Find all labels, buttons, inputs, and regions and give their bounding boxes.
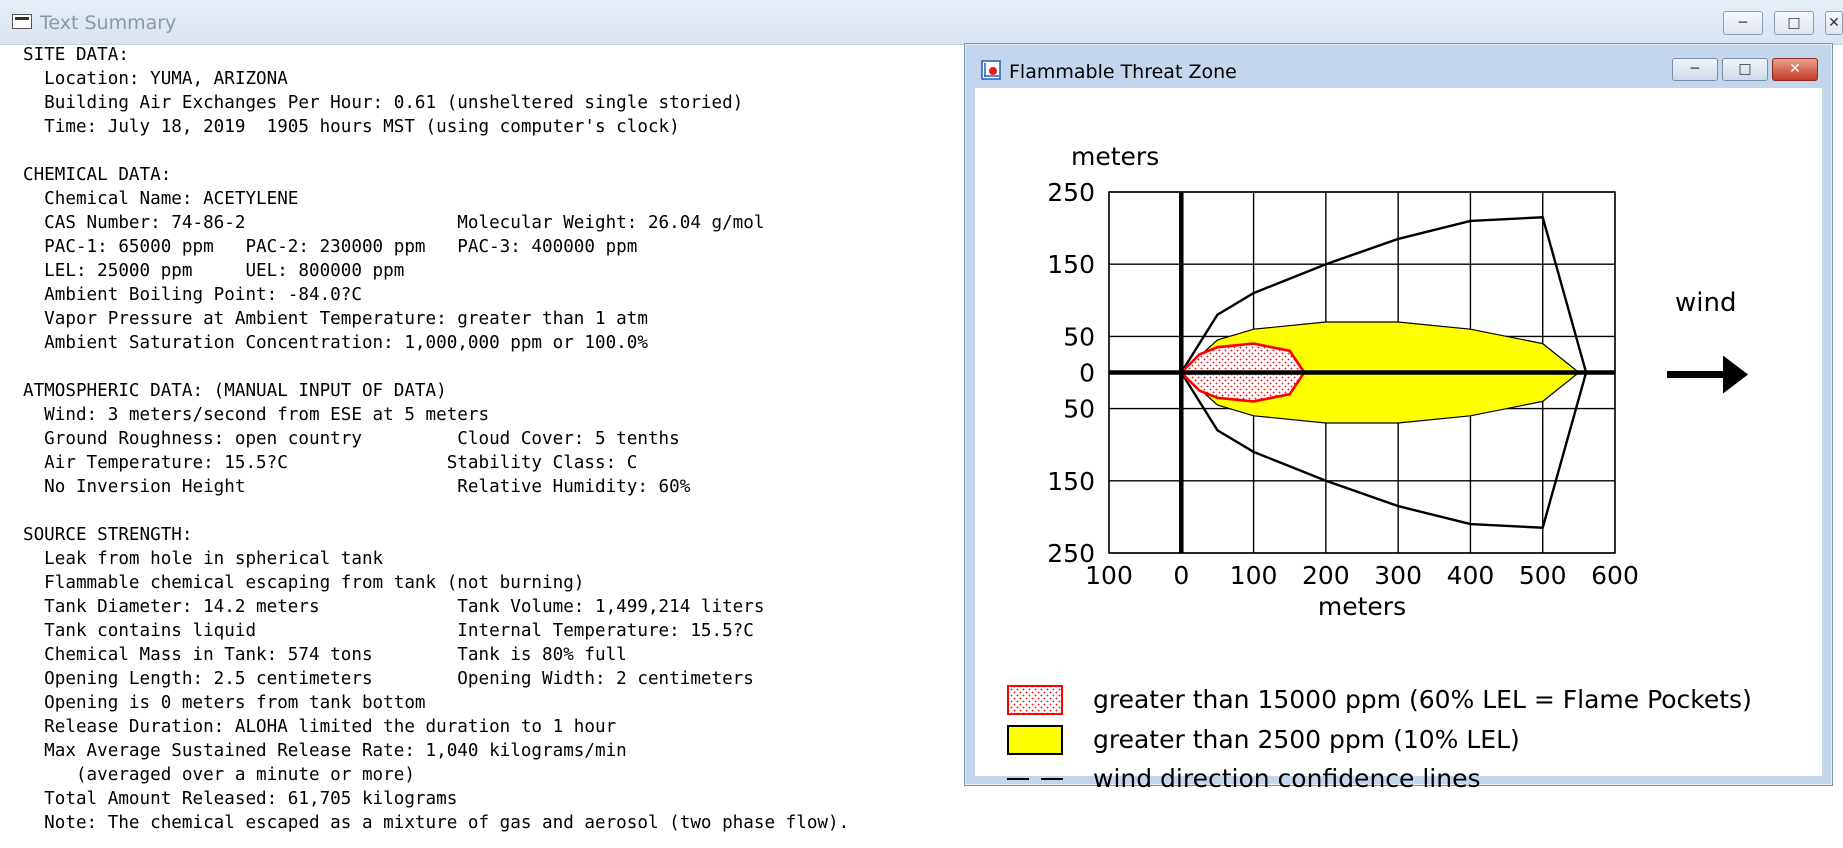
x-tick-label: 0 xyxy=(1173,561,1189,590)
summary-line: SITE DATA: xyxy=(23,45,129,65)
y-tick-label: 0 xyxy=(1079,359,1095,388)
summary-line xyxy=(23,355,973,379)
summary-line: ATMOSPHERIC DATA: (MANUAL INPUT OF DATA) xyxy=(23,381,447,401)
summary-line: Tank Diameter: 14.2 meters Tank Volume: … xyxy=(23,597,765,617)
x-tick-label: 500 xyxy=(1519,561,1567,590)
y-axis-label: meters xyxy=(1071,142,1159,171)
wind-arrow-head xyxy=(1723,355,1748,394)
y-tick-label: 50 xyxy=(1063,322,1095,351)
x-tick-label: 400 xyxy=(1447,561,1495,590)
threat-zone-chart: 25015050050150250100 0 100 200 300 400 500 600 … xyxy=(1047,142,1748,621)
summary-line: Ambient Saturation Concentration: 1,000,… xyxy=(23,333,648,353)
x-tick-label: 600 xyxy=(1591,561,1639,590)
summary-line: Total Amount Released: 61,705 kilograms xyxy=(23,789,458,809)
summary-line: Flammable chemical escaping from tank (n… xyxy=(23,573,585,593)
summary-line: CAS Number: 74-86-2 Molecular Weight: 26… xyxy=(23,213,765,233)
wind-label: wind xyxy=(1675,288,1736,318)
legend-label: wind direction confidence lines xyxy=(1093,764,1481,793)
x-tick-label: 200 xyxy=(1302,561,1350,590)
summary-line: Tank contains liquid Internal Temperatur… xyxy=(23,621,754,641)
app-icon xyxy=(12,14,32,29)
threat-zone-window[interactable]: Flammable Threat Zone ─ □ ✕ 250 150 50 0 50 1… xyxy=(964,43,1833,793)
summary-line: Ambient Boiling Point: -84.0?C xyxy=(23,285,362,305)
summary-line: Wind: 3 meters/second from ESE at 5 mete… xyxy=(23,405,490,425)
summary-line xyxy=(23,499,973,523)
summary-line: (averaged over a minute or more) xyxy=(23,765,415,785)
chart-axes xyxy=(1108,191,1616,554)
summary-line: Opening Length: 2.5 centimeters Opening … xyxy=(23,669,754,689)
tz-maximize-button[interactable]: □ xyxy=(1722,58,1768,81)
threat-zone-plot-area: 250 150 50 0 50 150 250 100 0 100 200 300 400 500 600 … xyxy=(975,88,1822,793)
threat-zone-app-icon xyxy=(981,60,1001,80)
summary-line: Ground Roughness: open country Cloud Cov… xyxy=(23,429,680,449)
threat-zone-title: Flammable Threat Zone xyxy=(1009,61,1237,83)
summary-line: Time: July 18, 2019 1905 hours MST (usin… xyxy=(23,117,680,137)
tz-close-button[interactable]: ✕ xyxy=(1772,58,1818,81)
close-button[interactable]: ✕ xyxy=(1825,11,1843,35)
wind-arrow-icon xyxy=(1667,355,1748,394)
x-axis-label: meters xyxy=(1318,592,1406,621)
legend-label: greater than 2500 ppm (10% LEL) xyxy=(1093,725,1520,754)
y-tick-label: 150 xyxy=(1047,467,1095,496)
tz-minimize-button[interactable]: ─ xyxy=(1672,58,1718,81)
y-tick-label: 50 xyxy=(1063,395,1095,424)
summary-line: Air Temperature: 15.5?C Stability Class:… xyxy=(23,453,638,473)
threat-zone-titlebar[interactable]: Flammable Threat Zone ─ □ ✕ xyxy=(965,44,1832,86)
summary-line: CHEMICAL DATA: xyxy=(23,165,172,185)
x-tick-label: 100 xyxy=(1230,561,1278,590)
summary-line: SOURCE STRENGTH: xyxy=(23,525,193,545)
legend-label: greater than 15000 ppm (60% LEL = Flame … xyxy=(1093,685,1752,714)
summary-line: Max Average Sustained Release Rate: 1,04… xyxy=(23,741,627,761)
main-titlebar: Text Summary ─ □ ✕ xyxy=(0,0,1843,45)
summary-line: Leak from hole in spherical tank xyxy=(23,549,384,569)
summary-line: Chemical Mass in Tank: 574 tons Tank is … xyxy=(23,645,627,665)
summary-line: LEL: 25000 ppm UEL: 800000 ppm xyxy=(23,261,405,281)
minimize-button[interactable]: ─ xyxy=(1723,11,1763,35)
summary-line: Building Air Exchanges Per Hour: 0.61 (u… xyxy=(23,93,744,113)
summary-line: Opening is 0 meters from tank bottom xyxy=(23,693,426,713)
summary-line: PAC-1: 65000 ppm PAC-2: 230000 ppm PAC-3… xyxy=(23,237,638,257)
summary-line: Note: The chemical escaped as a mixture … xyxy=(23,813,850,833)
dashed-line-swatch-icon xyxy=(1007,778,1063,780)
text-summary: SITE DATA: Location: YUMA, ARIZONA Build… xyxy=(23,43,973,835)
summary-line: No Inversion Height Relative Humidity: 6… xyxy=(23,477,691,497)
summary-line: Location: YUMA, ARIZONA xyxy=(23,69,288,89)
y-tick-label: 150 xyxy=(1047,250,1095,279)
x-tick-label: 300 xyxy=(1374,561,1422,590)
summary-line: Chemical Name: ACETYLENE xyxy=(23,189,299,209)
dotted-red-swatch-icon xyxy=(1007,685,1063,715)
y-tick-label: 250 xyxy=(1047,178,1095,207)
window-title: Text Summary xyxy=(40,12,177,34)
maximize-button[interactable]: □ xyxy=(1774,11,1814,35)
yellow-swatch-icon xyxy=(1007,725,1063,755)
summary-line xyxy=(23,139,973,163)
x-tick-label: 100 xyxy=(1085,561,1133,590)
summary-line: Vapor Pressure at Ambient Temperature: g… xyxy=(23,309,648,329)
summary-line: Release Duration: ALOHA limited the dura… xyxy=(23,717,617,737)
